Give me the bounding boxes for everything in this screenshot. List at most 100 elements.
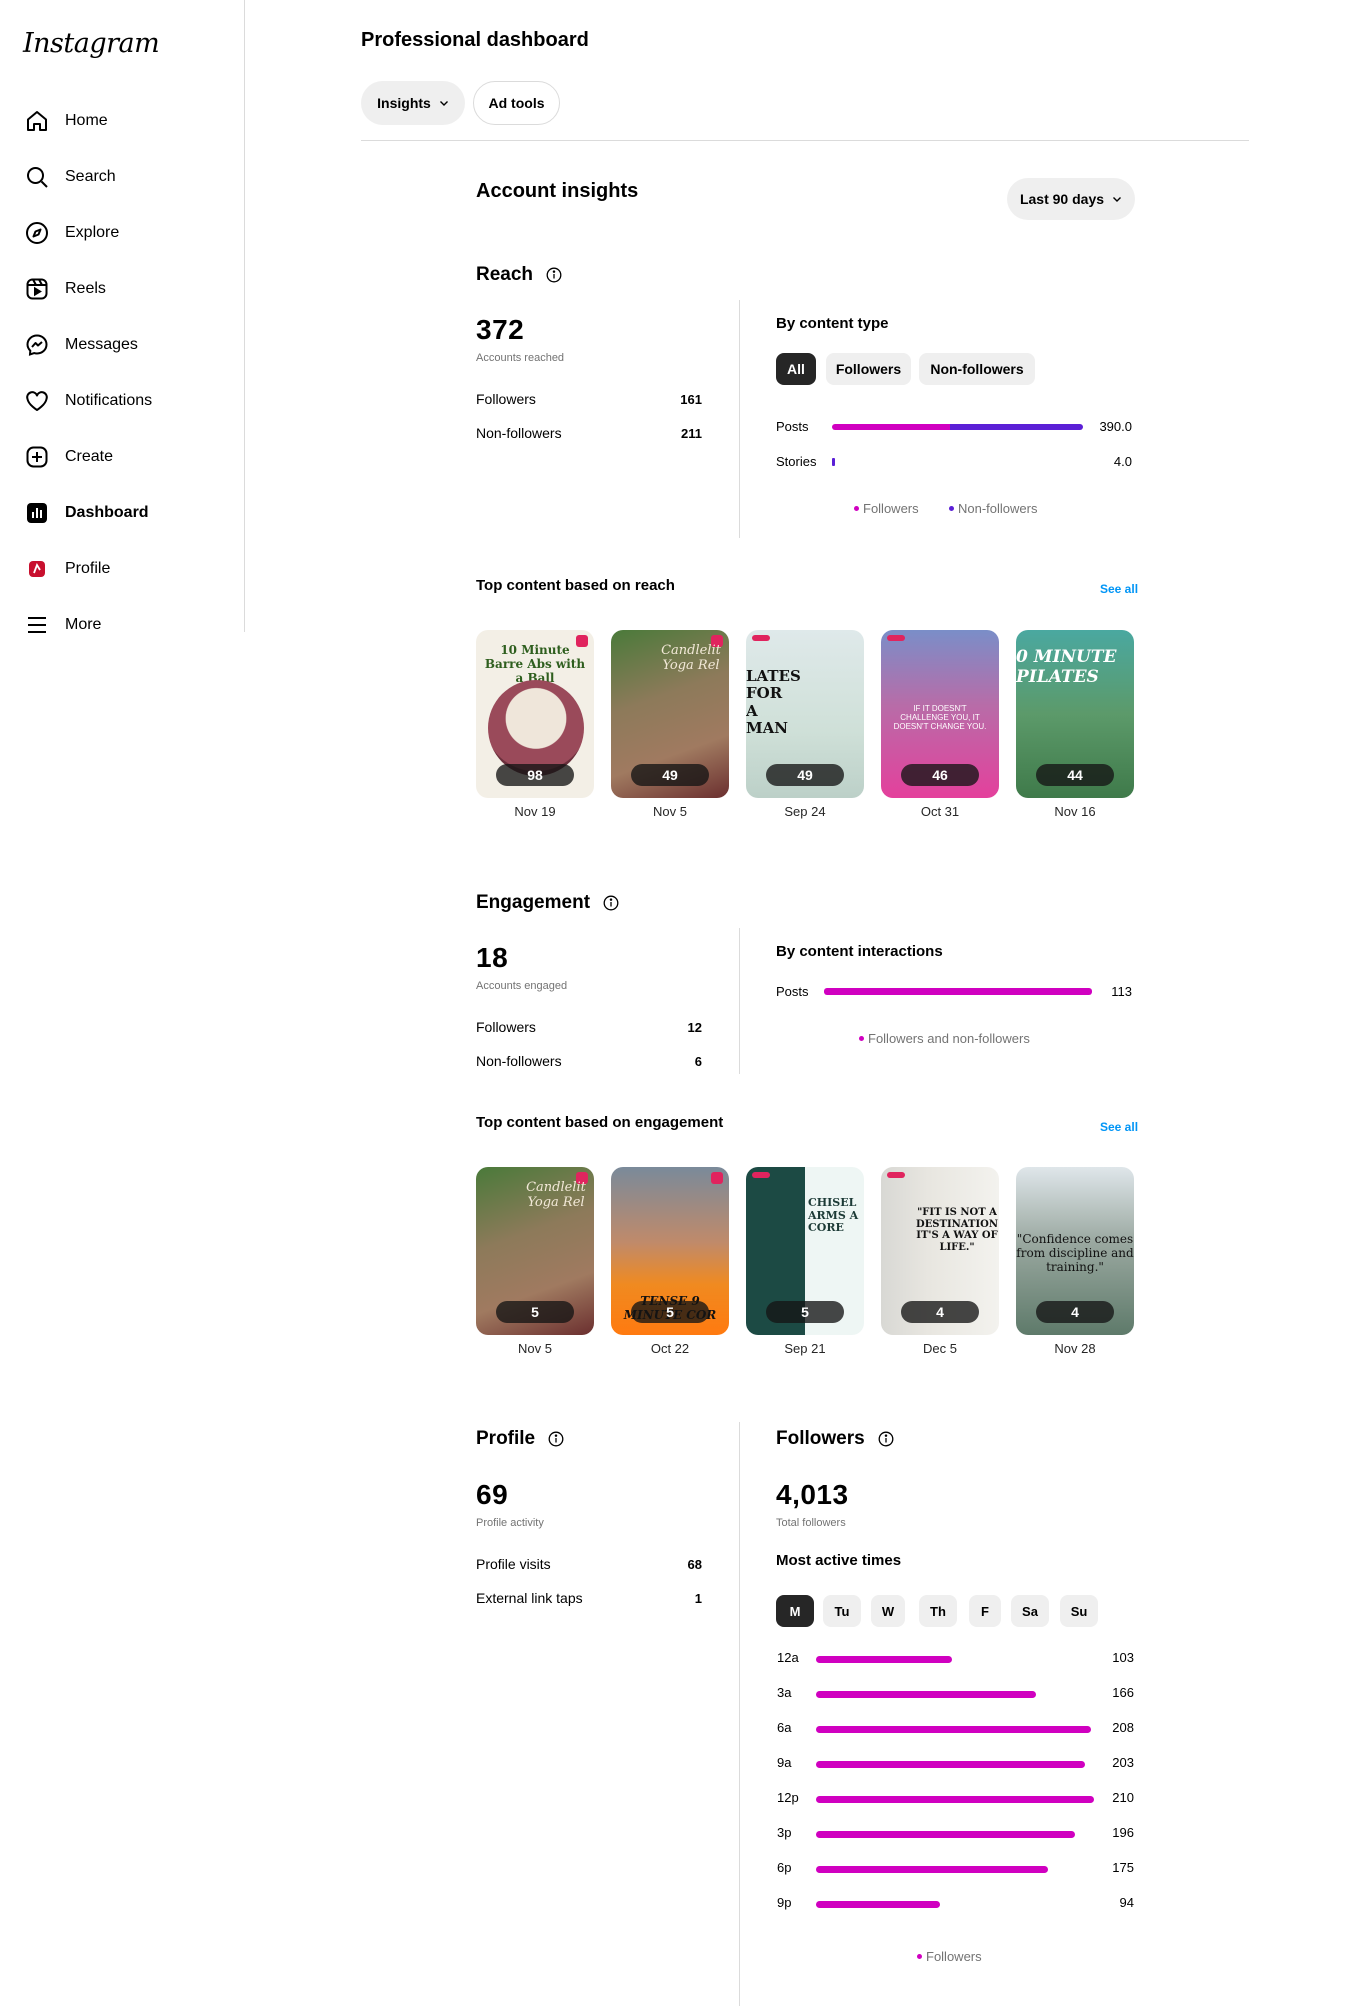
hour-value: 94: [1119, 1895, 1134, 1910]
filter-all[interactable]: All: [776, 353, 816, 385]
content-thumbnail[interactable]: LATES FOR A MAN 49: [746, 630, 864, 798]
legend-label: Followers: [926, 1949, 982, 1964]
posts-label: Posts: [776, 984, 809, 999]
hour-value: 203: [1112, 1755, 1134, 1770]
filter-non-followers[interactable]: Non-followers: [919, 353, 1035, 385]
page-title: Professional dashboard: [361, 29, 589, 51]
section-divider: [739, 1422, 740, 2006]
sidebar-item-home[interactable]: Home: [14, 97, 234, 145]
thumbnail-caption: 0 MINUTE PILATES: [1016, 647, 1117, 687]
day-friday[interactable]: F: [969, 1595, 1001, 1627]
day-saturday[interactable]: Sa: [1011, 1595, 1049, 1627]
legend-dot: [949, 506, 954, 511]
compass-icon: [23, 219, 51, 247]
plus-square-icon: [23, 443, 51, 471]
sidebar-item-more[interactable]: More: [14, 601, 234, 649]
thumbnail-count: 4: [901, 1301, 979, 1323]
engagement-followers-value: 12: [687, 1020, 702, 1035]
external-link-taps-label: External link taps: [476, 1590, 583, 1606]
brand-icon: [887, 1172, 905, 1178]
day-label: Tu: [834, 1603, 850, 1619]
info-icon[interactable]: [878, 1431, 894, 1447]
day-tuesday[interactable]: Tu: [823, 1595, 861, 1627]
tab-label: Insights: [377, 95, 431, 111]
reach-followers-value: 161: [680, 392, 702, 407]
section-divider: [739, 928, 740, 1074]
day-label: W: [881, 1603, 895, 1619]
info-icon[interactable]: [546, 267, 562, 283]
sidebar-item-dashboard[interactable]: Dashboard: [14, 489, 234, 537]
hour-label: 12p: [777, 1790, 799, 1805]
chevron-down-icon: [439, 101, 448, 106]
content-thumbnail[interactable]: IF IT DOESN'T CHALLENGE YOU, IT DOESN'T …: [881, 630, 999, 798]
engagement-title: Engagement: [476, 892, 591, 913]
content-thumbnail[interactable]: 10 Minute Barre Abs with a Ball 98: [476, 630, 594, 798]
reach-nonfollowers-value: 211: [681, 426, 702, 441]
day-thursday[interactable]: Th: [919, 1595, 957, 1627]
thumbnail-caption: CHISEL ARMS A CORE: [808, 1196, 859, 1235]
hour-bar: [816, 1831, 1075, 1838]
thumbnail-count: 5: [496, 1301, 574, 1323]
legend-followers: Followers: [854, 501, 919, 516]
legend-followers-and-non-followers: Followers and non-followers: [859, 1031, 1030, 1046]
thumbnail-count: 4: [1036, 1301, 1114, 1323]
profile-total-label: Profile activity: [476, 1517, 544, 1529]
content-thumbnail[interactable]: "FIT IS NOT A DESTINATION IT'S A WAY OF …: [881, 1167, 999, 1335]
info-icon[interactable]: [603, 895, 619, 911]
sidebar-item-explore[interactable]: Explore: [14, 209, 234, 257]
hour-bar: [816, 1761, 1085, 1768]
filter-followers[interactable]: Followers: [826, 353, 911, 385]
filter-label: All: [787, 361, 805, 377]
thumbnail-caption: Candlelit Yoga Rel: [661, 643, 721, 673]
hour-value: 175: [1112, 1860, 1134, 1875]
day-sunday[interactable]: Su: [1060, 1595, 1098, 1627]
followers-total: 4,013: [776, 1479, 849, 1510]
thumbnail-caption: Candlelit Yoga Rel: [526, 1180, 586, 1210]
sidebar-item-messages[interactable]: Messages: [14, 321, 234, 369]
tab-insights[interactable]: Insights: [361, 81, 465, 125]
sidebar-item-notifications[interactable]: Notifications: [14, 377, 234, 425]
filter-label: Non-followers: [930, 361, 1024, 377]
external-link-taps-value: 1: [694, 1591, 702, 1606]
posts-label: Posts: [776, 419, 809, 434]
sidebar-item-label: Explore: [65, 224, 120, 241]
sidebar-item-label: Notifications: [65, 392, 153, 409]
content-thumbnail[interactable]: Candlelit Yoga Rel 5: [476, 1167, 594, 1335]
info-icon[interactable]: [548, 1431, 564, 1447]
see-all-link[interactable]: See all: [1100, 1120, 1138, 1134]
day-monday[interactable]: M: [776, 1595, 814, 1627]
date-range-dropdown[interactable]: Last 90 days: [1007, 178, 1135, 220]
sidebar-item-label: Reels: [65, 280, 106, 297]
content-thumbnail[interactable]: Candlelit Yoga Rel 49: [611, 630, 729, 798]
sidebar-item-profile[interactable]: Profile: [14, 545, 234, 593]
stories-nonfollowers-bar: [832, 458, 835, 466]
reach-total-label: Accounts reached: [476, 352, 565, 364]
day-wednesday[interactable]: W: [871, 1595, 905, 1627]
avatar-icon: [23, 555, 51, 583]
content-thumbnail[interactable]: TENSE 9 MINUTE COR 5: [611, 1167, 729, 1335]
profile-total: 69: [476, 1479, 509, 1510]
tab-ad-tools[interactable]: Ad tools: [473, 81, 560, 125]
date-range-label: Last 90 days: [1019, 191, 1105, 207]
instagram-logo[interactable]: Instagram: [23, 28, 160, 59]
day-label: Su: [1070, 1603, 1088, 1619]
hour-bar: [816, 1656, 952, 1663]
content-thumbnail[interactable]: "Confidence comes from discipline and tr…: [1016, 1167, 1134, 1335]
profile-visits-value: 68: [687, 1557, 702, 1572]
thumbnail-date: Oct 31: [920, 804, 960, 819]
sidebar-item-label: Home: [65, 112, 108, 129]
day-label: F: [981, 1603, 989, 1619]
brand-icon: [752, 635, 770, 641]
content-thumbnail[interactable]: 0 MINUTE PILATES 44: [1016, 630, 1134, 798]
followers-total-label: Total followers: [776, 1517, 846, 1529]
reach-followers-label: Followers: [476, 391, 536, 407]
content-thumbnail[interactable]: CHISEL ARMS A CORE 5: [746, 1167, 864, 1335]
sidebar-item-reels[interactable]: Reels: [14, 265, 234, 313]
legend-dot: [854, 506, 859, 511]
see-all-link[interactable]: See all: [1100, 582, 1138, 596]
sidebar-item-search[interactable]: Search: [14, 153, 234, 201]
sidebar-item-label: Profile: [65, 560, 111, 577]
sidebar-item-create[interactable]: Create: [14, 433, 234, 481]
reels-icon: [23, 275, 51, 303]
legend-followers: Followers: [917, 1949, 982, 1964]
